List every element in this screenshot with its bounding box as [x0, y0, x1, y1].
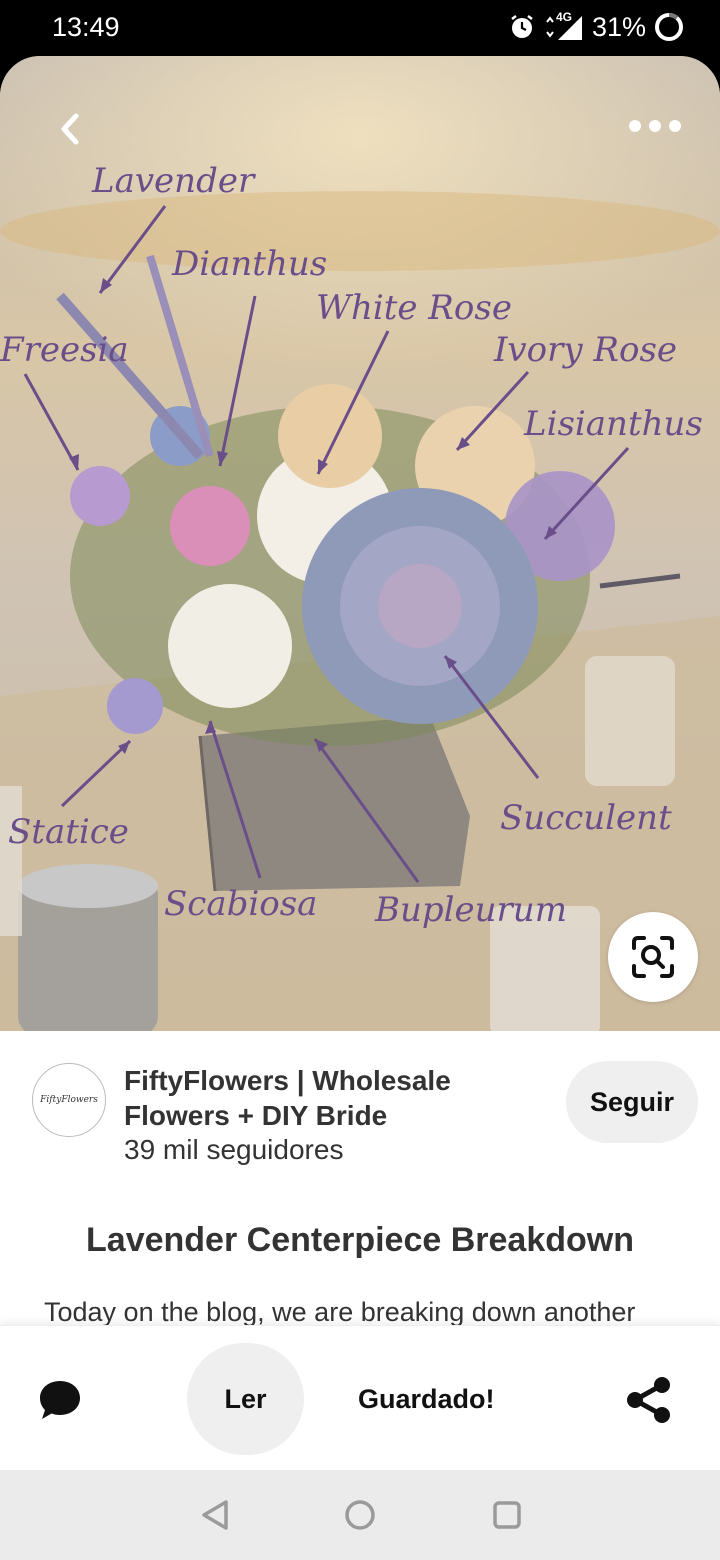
share-icon [627, 1377, 670, 1423]
more-icon [629, 120, 681, 132]
label-lavender: Lavender [92, 161, 255, 201]
centerpiece-photo [0, 56, 720, 1031]
comment-button[interactable] [38, 1378, 82, 1422]
status-bar: 13:49 4G 31% [0, 0, 720, 56]
follow-button[interactable]: Seguir [566, 1061, 698, 1143]
label-white-rose: White Rose [316, 288, 512, 328]
pin-info: FiftyFlowers FiftyFlowers | Wholesale Fl… [0, 1031, 720, 1331]
label-freesia: Freesia [0, 330, 129, 370]
nav-recents-icon[interactable] [492, 1500, 522, 1530]
label-scabiosa: Scabiosa [164, 884, 318, 924]
creator-name[interactable]: FiftyFlowers | Wholesale Flowers + DIY B… [124, 1063, 544, 1133]
action-bar: Ler Guardado! [0, 1325, 720, 1470]
label-dianthus: Dianthus [172, 244, 328, 284]
nav-back-icon[interactable] [200, 1499, 230, 1531]
status-time: 13:49 [52, 12, 120, 42]
label-statice: Statice [8, 812, 129, 852]
follower-count: 39 mil seguidores [124, 1134, 344, 1165]
label-succulent: Succulent [500, 798, 672, 838]
pin-title: Lavender Centerpiece Breakdown [86, 1221, 634, 1259]
visual-search-button[interactable] [608, 912, 698, 1002]
battery-percent: 31% [591, 11, 646, 42]
avatar-text: FiftyFlowers [40, 1095, 98, 1105]
read-button[interactable]: Ler [187, 1343, 304, 1455]
nav-home-icon[interactable] [344, 1499, 376, 1531]
label-ivory-rose: Ivory Rose [494, 330, 678, 370]
visual-search-icon [632, 936, 674, 978]
status-icons: 4G 31% [508, 10, 684, 44]
alarm-icon [508, 13, 536, 41]
signal-icon: 4G [544, 10, 584, 42]
comment-icon [40, 1381, 80, 1419]
more-options-button[interactable] [628, 114, 682, 138]
back-button[interactable] [48, 106, 94, 152]
battery-icon [654, 12, 684, 42]
pin-description: Today on the blog, we are breaking down … [44, 1297, 636, 1327]
label-lisianthus: Lisianthus [524, 404, 703, 444]
pin-image[interactable]: Lavender Dianthus White Rose Freesia Ivo… [0, 56, 720, 1031]
back-icon [61, 113, 79, 145]
avatar[interactable]: FiftyFlowers [32, 1063, 106, 1137]
system-nav-bar [0, 1470, 720, 1560]
share-button[interactable] [626, 1376, 672, 1424]
saved-button[interactable]: Guardado! [358, 1384, 495, 1415]
label-bupleurum: Bupleurum [375, 890, 567, 930]
network-type: 4G [555, 10, 572, 24]
